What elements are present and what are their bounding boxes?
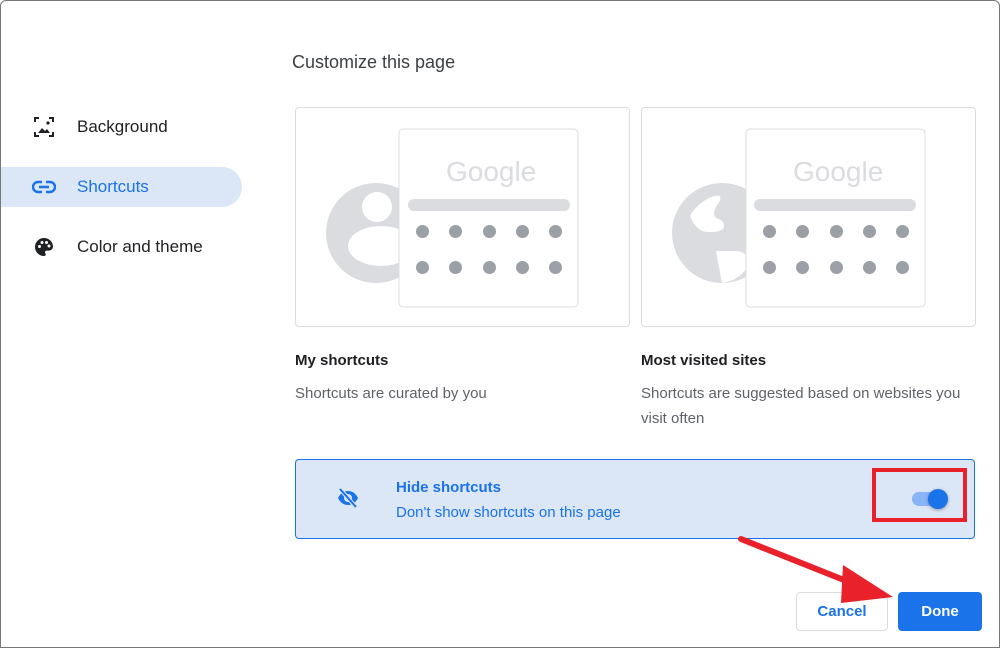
sidebar-item-label: Color and theme <box>77 237 203 256</box>
done-button[interactable]: Done <box>898 592 982 631</box>
image-frame-icon <box>32 115 56 139</box>
search-bar-placeholder <box>754 199 916 211</box>
shortcut-dot <box>549 225 562 238</box>
shortcut-dot <box>515 261 529 274</box>
shortcut-dot <box>763 261 776 274</box>
shortcut-dot <box>796 225 810 238</box>
sidebar-item-color-and-theme[interactable]: Color and theme <box>1 227 242 267</box>
shortcut-dots <box>763 225 909 274</box>
hide-shortcuts-title: Hide shortcuts <box>396 479 502 496</box>
shortcut-dot <box>862 261 876 274</box>
sidebar-item-shortcuts[interactable]: Shortcuts <box>1 167 242 207</box>
most-visited-title: Most visited sites <box>641 352 767 369</box>
globe-icon <box>672 128 926 308</box>
shortcut-dots <box>416 225 562 274</box>
shortcut-dot <box>829 261 843 274</box>
shortcut-dot <box>449 225 463 238</box>
shortcut-dot <box>549 261 562 274</box>
sidebar-item-background[interactable]: Background <box>1 107 242 147</box>
toggle-highlight-box <box>872 468 967 522</box>
shortcut-dot <box>416 261 429 274</box>
palette-icon <box>32 235 56 259</box>
shortcut-dot <box>862 225 876 238</box>
sidebar-item-label: Shortcuts <box>77 177 149 196</box>
shortcut-dot <box>763 225 776 238</box>
google-logo-placeholder: Google <box>793 156 884 187</box>
shortcut-dot <box>896 225 909 238</box>
shortcut-dot <box>796 261 810 274</box>
eye-off-icon <box>336 487 360 514</box>
person-icon <box>326 128 579 308</box>
most-visited-description: Shortcuts are suggested based on website… <box>641 385 961 427</box>
dialog-title: Customize this page <box>292 52 456 72</box>
my-shortcuts-description: Shortcuts are curated by you <box>295 385 487 402</box>
link-icon <box>32 175 56 199</box>
my-shortcuts-option[interactable]: Google <box>295 107 630 327</box>
shortcut-dot <box>515 225 529 238</box>
sidebar-item-label: Background <box>77 117 168 136</box>
shortcut-dot <box>482 261 496 274</box>
my-shortcuts-title: My shortcuts <box>295 352 389 369</box>
hide-shortcuts-description: Don't show shortcuts on this page <box>396 504 621 521</box>
shortcut-dot <box>482 225 496 238</box>
search-bar-placeholder <box>408 199 570 211</box>
most-visited-option[interactable]: Google <box>641 107 976 327</box>
cancel-button[interactable]: Cancel <box>796 592 888 631</box>
shortcut-dot <box>449 261 463 274</box>
shortcut-dot <box>896 261 909 274</box>
customize-dialog: Background Shortcuts Color and theme Cus… <box>0 0 1000 648</box>
shortcut-dot <box>829 225 843 238</box>
shortcut-dot <box>416 225 429 238</box>
google-logo-placeholder: Google <box>446 156 537 187</box>
